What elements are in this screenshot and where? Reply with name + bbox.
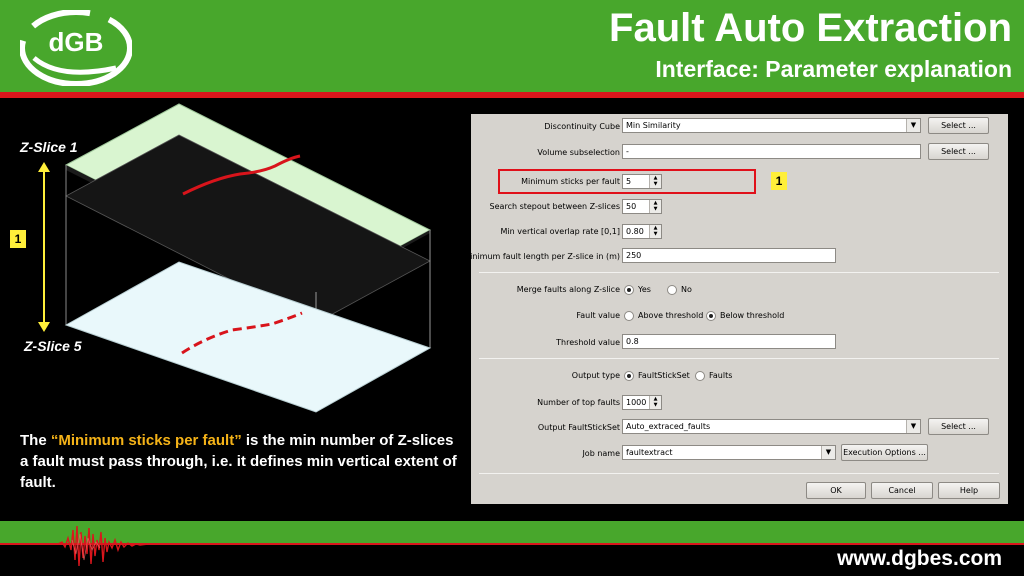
discontinuity-cube-combo[interactable]: Min Similarity ▼ <box>622 118 921 133</box>
explanation-highlight: “Minimum sticks per fault” <box>50 432 242 449</box>
page-subtitle: Interface: Parameter explanation <box>655 56 1012 82</box>
spinner-arrows-icon[interactable]: ▲ ▼ <box>649 396 661 409</box>
fault-value-label: Fault value <box>576 311 620 320</box>
search-stepout-spinbox[interactable]: 50 ▲ ▼ <box>622 199 662 214</box>
merge-no-label: No <box>681 285 692 294</box>
volume-subselection-label: Volume subselection <box>537 148 620 157</box>
output-stickset-value: Auto_extraced_faults <box>626 422 711 431</box>
help-button[interactable]: Help <box>938 482 1000 499</box>
min-vertical-overlap-label: Min vertical overlap rate [0,1] <box>500 227 620 236</box>
zslice-top-label: Z-Slice 1 <box>20 139 78 155</box>
search-stepout-label: Search stepout between Z-slices <box>489 202 620 211</box>
search-stepout-value: 50 <box>626 202 637 211</box>
chevron-down-icon[interactable]: ▼ <box>821 446 835 459</box>
website-url: www.dgbes.com <box>837 547 1002 570</box>
number-top-faults-value: 1000 <box>626 398 647 407</box>
faultstickset-radio[interactable] <box>624 371 634 381</box>
above-threshold-label: Above threshold <box>638 311 704 320</box>
separator <box>479 473 999 474</box>
faultstickset-label: FaultStickSet <box>638 371 690 380</box>
faults-label: Faults <box>709 371 733 380</box>
threshold-value-field[interactable]: 0.8 <box>622 334 836 349</box>
callout-badge-dialog: 1 <box>771 172 787 190</box>
spinner-arrows-icon[interactable]: ▲ ▼ <box>649 200 661 213</box>
merge-no-radio[interactable] <box>667 285 677 295</box>
number-top-faults-spinbox[interactable]: 1000 ▲ ▼ <box>622 395 662 410</box>
volume-subselection-field[interactable]: - <box>622 144 921 159</box>
min-vertical-overlap-spinbox[interactable]: 0.80 ▲ ▼ <box>622 224 662 239</box>
page-title: Fault Auto Extraction <box>609 6 1012 50</box>
output-stickset-label: Output FaultStickSet <box>537 423 620 432</box>
logo-text: dGB <box>48 27 104 57</box>
output-stickset-combo[interactable]: Auto_extraced_faults ▼ <box>622 419 921 434</box>
execution-options-button[interactable]: Execution Options ... <box>841 444 928 461</box>
min-fault-length-field[interactable]: 250 <box>622 248 836 263</box>
seismic-trace-icon <box>48 525 278 567</box>
arrow-up-icon <box>38 162 50 172</box>
job-name-value: faultextract <box>626 448 673 457</box>
below-threshold-radio[interactable] <box>706 311 716 321</box>
job-name-combo[interactable]: faultextract ▼ <box>622 445 836 460</box>
output-select-button[interactable]: Select ... <box>928 418 989 435</box>
discontinuity-select-button[interactable]: Select ... <box>928 117 989 134</box>
chevron-down-icon[interactable]: ▼ <box>906 420 920 433</box>
merge-yes-radio[interactable] <box>624 285 634 295</box>
cancel-button[interactable]: Cancel <box>871 482 933 499</box>
output-type-label: Output type <box>571 371 620 380</box>
volume-select-button[interactable]: Select ... <box>928 143 989 160</box>
above-threshold-radio[interactable] <box>624 311 634 321</box>
min-fault-length-label: Minimum fault length per Z-slice in (m) <box>463 252 620 261</box>
arrow-down-icon <box>38 322 50 332</box>
spinner-arrows-icon[interactable]: ▲ ▼ <box>649 225 661 238</box>
min-sticks-highlight-box <box>498 169 756 194</box>
number-top-faults-label: Number of top faults <box>537 398 620 407</box>
separator <box>479 358 999 359</box>
faults-radio[interactable] <box>695 371 705 381</box>
below-threshold-label: Below threshold <box>720 311 785 320</box>
chevron-down-icon[interactable]: ▼ <box>906 119 920 132</box>
min-vertical-overlap-value: 0.80 <box>626 227 644 236</box>
ok-button[interactable]: OK <box>806 482 866 499</box>
explanation-text: The “Minimum sticks per fault” is the mi… <box>20 430 460 493</box>
threshold-value-label: Threshold value <box>556 338 620 347</box>
merge-faults-label: Merge faults along Z-slice <box>516 285 620 294</box>
discontinuity-cube-value: Min Similarity <box>626 121 681 130</box>
job-name-label: Job name <box>582 449 620 458</box>
zslice-bottom-label: Z-Slice 5 <box>24 338 82 354</box>
explanation-prefix: The <box>20 432 51 449</box>
discontinuity-cube-label: Discontinuity Cube <box>544 122 620 131</box>
callout-badge-side: 1 <box>10 230 26 248</box>
merge-yes-label: Yes <box>638 285 651 294</box>
separator <box>479 272 999 273</box>
